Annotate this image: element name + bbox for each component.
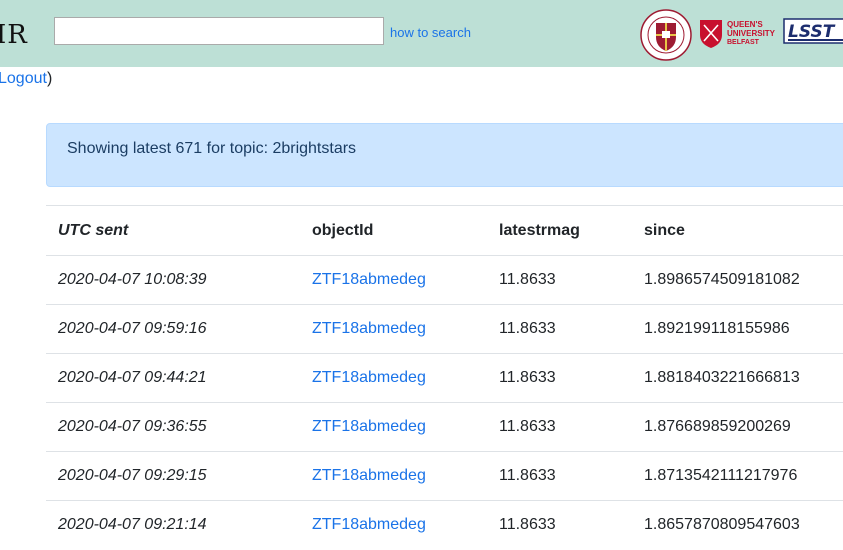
qub-text-line1: QUEEN'S: [727, 20, 763, 29]
table-row: 2020-04-07 09:29:15 ZTF18abmedeg 11.8633…: [46, 451, 843, 501]
header-utc-sent: UTC sent: [46, 205, 300, 256]
cell-since: 1.8657870809547603: [632, 500, 843, 549]
alerts-table: UTC sent objectId latestrmag since 2020-…: [46, 205, 843, 549]
table-header-row: UTC sent objectId latestrmag since: [46, 205, 843, 256]
cell-since: 1.876689859200269: [632, 402, 843, 452]
cell-utc-sent: 2020-04-07 09:59:16: [46, 304, 300, 354]
logout-link[interactable]: Logout: [0, 70, 47, 87]
cell-latestrmag: 11.8633: [487, 255, 632, 305]
logout-line: Logout): [0, 70, 52, 88]
object-id-link[interactable]: ZTF18abmedeg: [312, 369, 426, 386]
table-row: 2020-04-07 09:59:16 ZTF18abmedeg 11.8633…: [46, 304, 843, 354]
cell-utc-sent: 2020-04-07 09:29:15: [46, 451, 300, 501]
how-to-search-link[interactable]: how to search: [390, 25, 471, 40]
topic-alert: Showing latest 671 for topic: 2brightsta…: [46, 123, 843, 187]
lsst-logo[interactable]: LSST: [782, 16, 843, 46]
cell-since: 1.892199118155986: [632, 304, 843, 354]
queens-university-belfast-logo[interactable]: QUEEN'S UNIVERSITY BELFAST: [698, 17, 780, 49]
search-input[interactable]: [54, 17, 384, 45]
header-latestrmag: latestrmag: [487, 205, 632, 256]
object-id-link[interactable]: ZTF18abmedeg: [312, 320, 426, 337]
cell-since: 1.8986574509181082: [632, 255, 843, 305]
object-id-link[interactable]: ZTF18abmedeg: [312, 467, 426, 484]
cell-utc-sent: 2020-04-07 10:08:39: [46, 255, 300, 305]
qub-text-line2: UNIVERSITY: [727, 29, 776, 38]
university-of-edinburgh-logo[interactable]: [640, 9, 692, 61]
site-header: IR how to search QUEEN'S UNIVERSITY BELF…: [0, 0, 843, 67]
cell-utc-sent: 2020-04-07 09:36:55: [46, 402, 300, 452]
header-objectid: objectId: [300, 205, 487, 256]
table-row: 2020-04-07 10:08:39 ZTF18abmedeg 11.8633…: [46, 255, 843, 305]
cell-since: 1.8818403221666813: [632, 353, 843, 403]
header-since: since: [632, 205, 843, 256]
object-id-link[interactable]: ZTF18abmedeg: [312, 516, 426, 533]
object-id-link[interactable]: ZTF18abmedeg: [312, 271, 426, 288]
alert-text: Showing latest 671 for topic: 2brightsta…: [67, 140, 357, 157]
cell-latestrmag: 11.8633: [487, 402, 632, 452]
cell-since: 1.8713542111217976: [632, 451, 843, 501]
cell-utc-sent: 2020-04-07 09:21:14: [46, 500, 300, 549]
object-id-link[interactable]: ZTF18abmedeg: [312, 418, 426, 435]
cell-latestrmag: 11.8633: [487, 304, 632, 354]
site-logo[interactable]: IR: [0, 20, 28, 50]
qub-text-line3: BELFAST: [727, 39, 760, 46]
cell-latestrmag: 11.8633: [487, 451, 632, 501]
logout-suffix: ): [46, 70, 53, 87]
table-row: 2020-04-07 09:44:21 ZTF18abmedeg 11.8633…: [46, 353, 843, 403]
cell-utc-sent: 2020-04-07 09:44:21: [46, 353, 300, 403]
table-row: 2020-04-07 09:21:14 ZTF18abmedeg 11.8633…: [46, 500, 843, 549]
table-row: 2020-04-07 09:36:55 ZTF18abmedeg 11.8633…: [46, 402, 843, 452]
cell-latestrmag: 11.8633: [487, 500, 632, 549]
cell-latestrmag: 11.8633: [487, 353, 632, 403]
